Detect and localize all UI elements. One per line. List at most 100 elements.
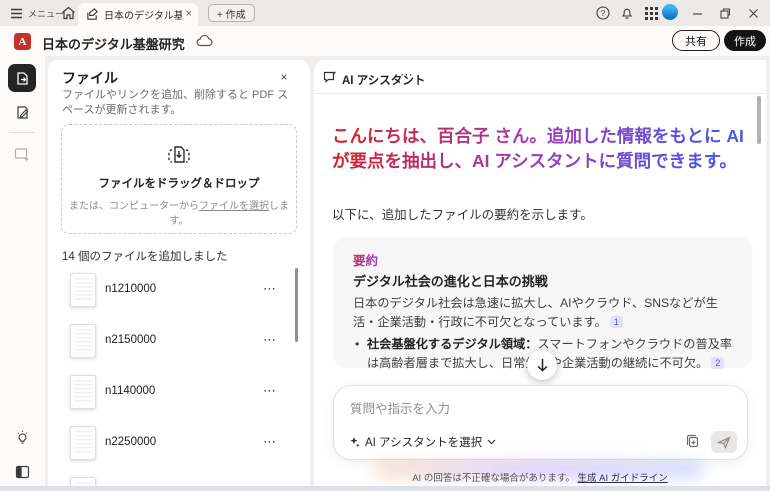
file-thumbnail	[70, 273, 96, 307]
disclaimer-text: AI の回答は不正確な場合があります。	[412, 473, 575, 484]
summary-paragraph: 日本のデジタル社会は急速に拡大し、AIやクラウド、SNSなどが生活・企業活動・行…	[353, 294, 735, 332]
new-tab-button[interactable]: + 作成	[208, 4, 255, 22]
file-dropzone[interactable]: ファイルをドラッグ＆ドロップ または、コンピューターからファイルを選択します。	[61, 124, 297, 234]
title-chevron-button[interactable]	[172, 37, 182, 44]
space-icon	[86, 8, 99, 21]
copy-prompt-button[interactable]	[685, 433, 703, 451]
summary-card: 要約 デジタル社会の進化と日本の挑戦 日本のデジタル社会は急速に拡大し、AIやク…	[333, 237, 753, 368]
window-sparkle-icon	[14, 147, 30, 162]
prompt-input[interactable]	[350, 398, 730, 424]
chevron-down-icon	[487, 439, 496, 445]
copy-icon	[685, 433, 701, 449]
bottom-edge	[0, 486, 770, 491]
dropzone-subtitle: または、コンピューターからファイルを選択します。	[62, 197, 296, 227]
ai-assistant-panel: AI アシスタント ⋯ こんにちは、百合子 さん。追加した情報をもとに AI が…	[314, 60, 766, 486]
window-minimize-button[interactable]	[688, 4, 706, 22]
menu-button[interactable]: メニュー	[10, 5, 64, 21]
file-options-button[interactable]: ⋯	[260, 432, 280, 452]
greeting-text: こんにちは、百合子 さん。追加した情報をもとに AI が要点を抽出し、AI アシ…	[332, 124, 754, 174]
document-tab[interactable]: 日本のデジタル基盤研... ×	[78, 3, 198, 26]
bullet-lead-text: 社会基盤化するデジタル領域：	[367, 337, 537, 351]
send-button[interactable]	[711, 431, 737, 453]
share-button[interactable]: 共有	[672, 30, 720, 51]
summary-label: 要約	[353, 250, 378, 269]
file-thumbnail	[70, 477, 96, 486]
assistant-selector-label: AI アシスタントを選択	[365, 434, 482, 450]
home-button[interactable]	[58, 4, 78, 22]
assistant-sparkle-icon	[348, 436, 360, 448]
cloud-status-button[interactable]	[196, 34, 213, 47]
summary-paragraph-text: 日本のデジタル社会は急速に拡大し、AIやクラウド、SNSなどが生活・企業活動・行…	[353, 296, 718, 329]
help-button[interactable]: ?	[594, 4, 612, 22]
hamburger-icon	[10, 8, 23, 19]
send-icon	[717, 436, 731, 449]
chevron-down-icon	[172, 37, 182, 44]
file-options-button[interactable]: ⋯	[260, 330, 280, 350]
rail-generative-tools-button[interactable]	[8, 140, 36, 168]
files-panel-description: ファイルやリンクを追加、削除すると PDF スペースが更新されます。	[62, 88, 294, 118]
file-thumbnail	[70, 426, 96, 460]
tab-close-icon[interactable]: ×	[186, 9, 192, 20]
document-title: 日本のデジタル基盤研究	[42, 34, 185, 53]
dropzone-title: ファイルをドラッグ＆ドロップ	[62, 175, 296, 191]
ai-assistant-icon	[323, 70, 338, 84]
rail-divider	[10, 132, 34, 133]
summary-title: デジタル社会の進化と日本の挑戦	[353, 271, 548, 290]
doc-add-icon	[15, 71, 30, 86]
notifications-button[interactable]	[618, 4, 636, 22]
rail-spaces-files-button[interactable]	[8, 64, 36, 92]
help-icon: ?	[596, 6, 610, 20]
bell-icon	[620, 6, 634, 20]
rail-panel-toggle-button[interactable]	[8, 458, 36, 486]
edit-pen-icon	[15, 105, 30, 120]
cloud-icon	[196, 34, 213, 47]
svg-text:?: ?	[601, 9, 606, 18]
file-row[interactable]: n2250000 ⋯	[48, 426, 310, 472]
rail-edit-button[interactable]	[8, 98, 36, 126]
app-window: メニュー 日本のデジタル基盤研... × + 作成 ?	[0, 0, 770, 491]
file-name: n1140000	[105, 385, 155, 397]
assistant-selector-button[interactable]: AI アシスタントを選択	[348, 432, 496, 452]
apps-grid-icon	[645, 7, 658, 20]
app-launcher-button[interactable]	[642, 4, 660, 22]
file-name: n2250000	[105, 436, 156, 448]
ai-disclaimer: AI の回答は不正確な場合があります。 生成 AI ガイドライン	[314, 470, 766, 484]
files-scrollbar-thumb[interactable]	[295, 268, 298, 342]
download-doc-icon	[164, 141, 194, 171]
dropzone-sub-prefix: または、コンピューターから	[69, 201, 199, 212]
restore-icon	[720, 8, 731, 19]
left-tool-rail	[0, 56, 45, 486]
header-divider	[314, 93, 766, 94]
ai-assistant-menu-button[interactable]: ⋯	[400, 67, 414, 83]
file-select-link[interactable]: ファイルを選択	[199, 201, 269, 212]
files-count-text: 14 個のファイルを追加しました	[62, 248, 228, 264]
file-row[interactable]: n1210000 ⋯	[48, 273, 310, 319]
intro-text: 以下に、追加したファイルの要約を示します。	[332, 204, 593, 223]
panel-toggle-icon	[15, 465, 30, 479]
file-row-partial[interactable]	[48, 477, 310, 486]
file-options-button[interactable]: ⋯	[260, 381, 280, 401]
guidelines-link[interactable]: 生成 AI ガイドライン	[578, 473, 668, 484]
files-panel-title: ファイル	[62, 68, 118, 88]
citation-badge-1[interactable]: 1	[610, 316, 623, 328]
files-panel-close-button[interactable]: ×	[275, 68, 293, 86]
minimize-icon	[692, 8, 703, 19]
file-thumbnail	[70, 375, 96, 409]
file-name: n1210000	[105, 283, 156, 295]
file-row[interactable]: n1140000 ⋯	[48, 375, 310, 421]
create-button[interactable]: 作成	[724, 30, 766, 51]
user-avatar[interactable]	[662, 4, 678, 20]
file-options-button[interactable]: ⋯	[260, 279, 280, 299]
files-panel: ファイル × ファイルやリンクを追加、削除すると PDF スペースが更新されます…	[48, 60, 310, 486]
home-icon	[61, 6, 76, 20]
file-thumbnail	[70, 324, 96, 358]
rail-suggestions-button[interactable]	[8, 424, 36, 452]
file-row[interactable]: n2150000⋯	[48, 324, 310, 370]
chat-scrollbar-thumb[interactable]	[757, 96, 761, 144]
scroll-to-bottom-button[interactable]	[527, 350, 557, 380]
acrobat-logo: A	[14, 33, 31, 50]
window-restore-button[interactable]	[716, 4, 734, 22]
citation-badge-2[interactable]: 2	[711, 357, 724, 369]
tab-title: 日本のデジタル基盤研...	[104, 7, 182, 22]
window-close-button[interactable]	[744, 4, 762, 22]
